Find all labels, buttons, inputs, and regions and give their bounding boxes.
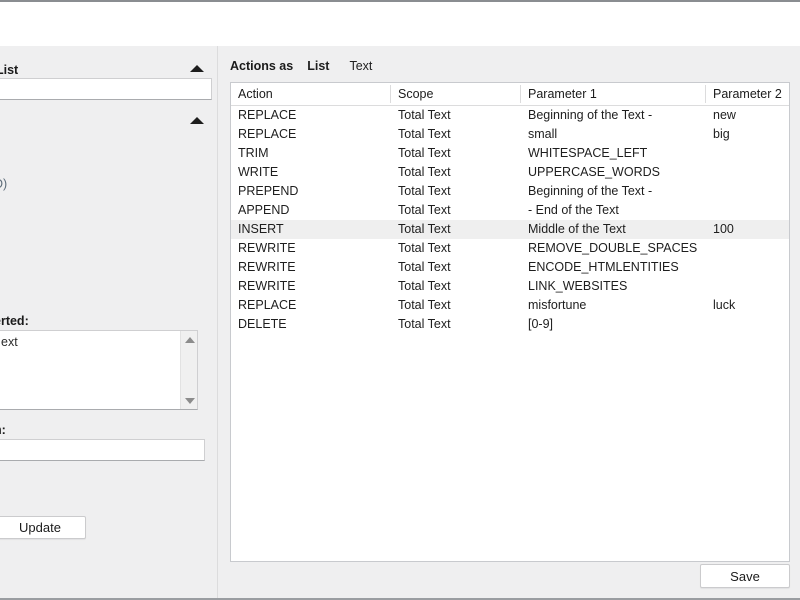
table-row[interactable]: REWRITE Total Text LINK_WEBSITES: [231, 277, 789, 296]
cell-action: DELETE: [238, 317, 287, 331]
table-row[interactable]: REPLACE Total Text small big: [231, 125, 789, 144]
cell-parameter-2: [706, 144, 789, 163]
cell-parameter-1: Beginning of the Text -: [528, 184, 653, 198]
update-button[interactable]: Update: [0, 516, 86, 539]
cell-parameter-2: [706, 163, 789, 182]
cell-action: REWRITE: [238, 241, 296, 255]
triangle-up-icon-scroll[interactable]: [181, 331, 198, 348]
cell-parameter-1: [0-9]: [528, 317, 554, 331]
table-row[interactable]: TRIM Total Text WHITESPACE_LEFT: [231, 144, 789, 163]
cell-scope: Total Text: [398, 146, 451, 160]
actions-tabbar: Actions as List Text: [230, 59, 392, 73]
cell-action: REWRITE: [238, 279, 296, 293]
table-row[interactable]: REWRITE Total Text REMOVE_DOUBLE_SPACES: [231, 239, 789, 258]
table-row[interactable]: WRITE Total Text UPPERCASE_WORDS: [231, 163, 789, 182]
tab-list[interactable]: List: [307, 59, 329, 73]
left-bottom-label: n:: [0, 423, 6, 437]
cell-parameter-1: LINK_WEBSITES: [528, 279, 628, 293]
actions-panel: Actions as List Text Action Scope Parame…: [218, 46, 800, 598]
column-header-parameter-2[interactable]: Parameter 2: [706, 83, 789, 105]
table-row[interactable]: PREPEND Total Text Beginning of the Text -: [231, 182, 789, 201]
left-inserted-textarea[interactable]: ext: [0, 330, 198, 410]
cell-parameter-1: Middle of the Text: [528, 222, 626, 236]
cell-action: APPEND: [238, 203, 290, 217]
cell-parameter-2: 100: [713, 222, 734, 236]
cell-parameter-2: big: [713, 127, 730, 141]
cell-action: WRITE: [238, 165, 279, 179]
save-button[interactable]: Save: [700, 564, 790, 588]
cell-scope: Total Text: [398, 279, 451, 293]
table-row[interactable]: REPLACE Total Text misfortune luck: [231, 296, 789, 315]
column-header-parameter-1[interactable]: Parameter 1: [521, 83, 706, 105]
application-window: List ) D) ) ) erted: ext n: Update: [0, 0, 800, 600]
cell-scope: Total Text: [398, 317, 451, 331]
cell-parameter-2: [706, 182, 789, 201]
cell-parameter-1: ENCODE_HTMLENTITIES: [528, 260, 679, 274]
cell-parameter-1: misfortune: [528, 298, 587, 312]
actions-as-label: Actions as: [230, 59, 294, 73]
cell-scope: Total Text: [398, 222, 451, 236]
chevron-up-icon-section-2[interactable]: [190, 117, 204, 124]
cell-scope: Total Text: [398, 184, 451, 198]
triangle-down-icon-scroll[interactable]: [181, 392, 198, 409]
column-header-scope[interactable]: Scope: [391, 83, 521, 105]
cell-parameter-2: [706, 258, 789, 277]
cell-parameter-2: luck: [713, 298, 736, 312]
cell-scope: Total Text: [398, 298, 451, 312]
left-fragment-2: D): [0, 177, 8, 191]
left-settings-panel: List ) D) ) ) erted: ext n: Update: [0, 46, 218, 598]
cell-action: REPLACE: [238, 298, 297, 312]
cell-action: REWRITE: [238, 260, 296, 274]
left-section-title-list: List: [0, 63, 19, 77]
table-row[interactable]: DELETE Total Text [0-9]: [231, 315, 789, 334]
cell-parameter-1: - End of the Text: [528, 203, 619, 217]
cell-action: TRIM: [238, 146, 269, 160]
cell-scope: Total Text: [398, 108, 451, 122]
cell-parameter-2: new: [713, 108, 736, 122]
cell-action: REPLACE: [238, 127, 297, 141]
cell-parameter-1: Beginning of the Text -: [528, 108, 653, 122]
table-row[interactable]: APPEND Total Text - End of the Text: [231, 201, 789, 220]
cell-action: REPLACE: [238, 108, 297, 122]
chevron-up-icon-section-1[interactable]: [190, 65, 204, 72]
cell-parameter-1: REMOVE_DOUBLE_SPACES: [528, 241, 698, 255]
actions-table-body: REPLACE Total Text Beginning of the Text -…: [231, 106, 789, 334]
cell-parameter-1: UPPERCASE_WORDS: [528, 165, 660, 179]
cell-scope: Total Text: [398, 203, 451, 217]
cell-parameter-2: [706, 239, 789, 258]
cell-parameter-1: small: [528, 127, 558, 141]
tab-text[interactable]: Text: [349, 59, 372, 73]
cell-action: INSERT: [238, 222, 284, 236]
cell-parameter-2: [706, 277, 789, 296]
cell-parameter-2: [706, 315, 789, 334]
cell-scope: Total Text: [398, 127, 451, 141]
cell-action: PREPEND: [238, 184, 299, 198]
actions-table: Action Scope Parameter 1 Parameter 2 REP…: [230, 82, 790, 562]
cell-scope: Total Text: [398, 241, 451, 255]
window-top-strip: [0, 2, 800, 46]
left-section-1-input[interactable]: [0, 78, 212, 100]
table-row[interactable]: REWRITE Total Text ENCODE_HTMLENTITIES: [231, 258, 789, 277]
actions-table-header: Action Scope Parameter 1 Parameter 2: [231, 83, 789, 106]
cell-scope: Total Text: [398, 260, 451, 274]
cell-parameter-1: WHITESPACE_LEFT: [528, 146, 648, 160]
left-inserted-label: erted:: [0, 314, 29, 328]
cell-scope: Total Text: [398, 165, 451, 179]
column-header-action[interactable]: Action: [231, 83, 391, 105]
table-row[interactable]: INSERT Total Text Middle of the Text 100: [231, 220, 789, 239]
left-bottom-input[interactable]: [0, 439, 205, 461]
table-row[interactable]: REPLACE Total Text Beginning of the Text -…: [231, 106, 789, 125]
cell-parameter-2: [706, 201, 789, 220]
left-inserted-textarea-value: ext: [1, 335, 18, 349]
textarea-scrollbar[interactable]: [180, 331, 197, 409]
